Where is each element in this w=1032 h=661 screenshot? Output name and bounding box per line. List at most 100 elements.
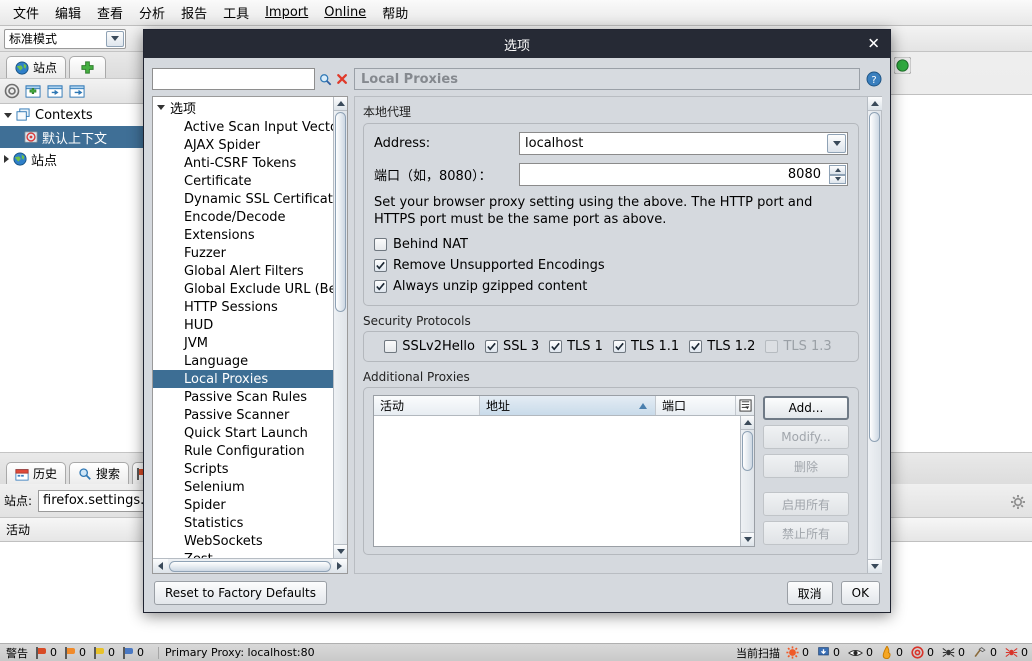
scroll-down-icon[interactable] [740, 532, 754, 546]
help-icon[interactable]: ? [866, 71, 882, 87]
scan-target-group[interactable]: 0 [911, 646, 934, 659]
options-item-scripts[interactable]: Scripts [153, 460, 347, 478]
scroll-thumb[interactable] [869, 112, 880, 442]
checkbox-tls11[interactable]: TLS 1.1 [612, 339, 679, 354]
hscroll-thumb[interactable] [169, 560, 331, 572]
options-item-quick-start-launch[interactable]: Quick Start Launch [153, 424, 347, 442]
export-window-icon[interactable] [69, 84, 86, 99]
mode-combo[interactable]: 标准模式 [4, 28, 126, 49]
checkbox-box[interactable] [689, 340, 703, 353]
checkbox-ssl3[interactable]: SSL 3 [484, 339, 539, 354]
menu-analyse[interactable]: 分析 [132, 0, 172, 25]
table-vscrollbar[interactable] [740, 416, 754, 546]
scan-red-spider-group[interactable]: 0 [1005, 646, 1028, 659]
spinner-up-icon[interactable] [829, 165, 846, 175]
options-tree-hscrollbar[interactable] [153, 558, 347, 573]
scroll-up-icon[interactable] [867, 97, 882, 111]
options-item-anti-csrf-tokens[interactable]: Anti-CSRF Tokens [153, 154, 347, 172]
options-item-local-proxies[interactable]: Local Proxies [153, 370, 347, 388]
checkbox-tls12[interactable]: TLS 1.2 [689, 339, 755, 354]
options-item-selenium[interactable]: Selenium [153, 478, 347, 496]
scroll-down-icon[interactable] [867, 559, 882, 573]
scroll-up-icon[interactable] [333, 97, 347, 111]
checkbox-box[interactable] [612, 340, 626, 353]
tab-sites[interactable]: 站点 [6, 56, 67, 78]
panel-vscrollbar[interactable] [867, 97, 882, 573]
options-item-statistics[interactable]: Statistics [153, 514, 347, 532]
clear-search-icon[interactable] [336, 71, 348, 87]
options-item-dynamic-ssl-certificates[interactable]: Dynamic SSL Certificates [153, 190, 347, 208]
table-column-chooser-icon[interactable] [736, 396, 754, 415]
import-window-icon[interactable] [47, 84, 64, 99]
spinner-down-icon[interactable] [829, 174, 846, 184]
options-item-jvm[interactable]: JVM [153, 334, 347, 352]
green-status-icon[interactable] [894, 56, 911, 74]
checkbox-box[interactable] [484, 340, 498, 353]
checkbox-box[interactable] [374, 238, 387, 251]
menu-report[interactable]: 报告 [174, 0, 214, 25]
options-item-active-scan-input-vector[interactable]: Active Scan Input Vector [153, 118, 347, 136]
scroll-down-icon[interactable] [333, 544, 347, 558]
options-tree-root[interactable]: 选项 [153, 97, 347, 118]
add-proxy-button[interactable]: Add... [763, 396, 849, 420]
options-item-global-alert-filters[interactable]: Global Alert Filters [153, 262, 347, 280]
port-spinner[interactable] [829, 165, 846, 184]
checkbox-box[interactable] [384, 340, 398, 353]
options-tree-vscrollbar[interactable] [333, 97, 347, 558]
alert-info-group[interactable]: 0 [123, 646, 144, 659]
checkbox-sslv2hello[interactable]: SSLv2Hello [384, 339, 475, 354]
column-header-port[interactable]: 端口 [656, 396, 736, 415]
scroll-thumb[interactable] [335, 112, 346, 312]
options-item-websockets[interactable]: WebSockets [153, 532, 347, 550]
tab-search[interactable]: 搜索 [69, 462, 130, 484]
ok-button[interactable]: OK [840, 581, 880, 605]
table-body[interactable] [374, 416, 754, 546]
scroll-left-icon[interactable] [153, 559, 168, 573]
options-item-zest[interactable]: Zest [153, 550, 347, 559]
options-gear-icon[interactable] [1008, 492, 1028, 512]
column-header-active[interactable]: 活动 [374, 396, 480, 415]
cancel-button[interactable]: 取消 [786, 581, 833, 605]
checkbox-remove-unsupported-encodings[interactable]: Remove Unsupported Encodings [374, 255, 848, 276]
search-icon[interactable] [319, 71, 332, 88]
checkbox-box[interactable] [549, 340, 563, 353]
address-input[interactable]: localhost [519, 132, 848, 155]
tab-add[interactable] [69, 56, 107, 78]
tab-history[interactable]: 历史 [6, 462, 67, 484]
alert-medium-group[interactable]: 0 [65, 646, 86, 659]
options-item-global-exclude-url[interactable]: Global Exclude URL (Beta [153, 280, 347, 298]
options-item-fuzzer[interactable]: Fuzzer [153, 244, 347, 262]
options-item-ajax-spider[interactable]: AJAX Spider [153, 136, 347, 154]
search-input[interactable] [152, 68, 315, 90]
chevron-down-icon[interactable] [106, 30, 124, 47]
scroll-right-icon[interactable] [332, 559, 347, 573]
menu-online[interactable]: Online [317, 2, 373, 23]
options-item-passive-scanner[interactable]: Passive Scanner [153, 406, 347, 424]
options-item-passive-scan-rules[interactable]: Passive Scan Rules [153, 388, 347, 406]
options-item-hud[interactable]: HUD [153, 316, 347, 334]
checkbox-always-unzip[interactable]: Always unzip gzipped content [374, 276, 848, 297]
menu-tools[interactable]: 工具 [216, 0, 256, 25]
checkbox-behind-nat[interactable]: Behind NAT [374, 234, 848, 255]
options-item-http-sessions[interactable]: HTTP Sessions [153, 298, 347, 316]
new-window-icon[interactable] [25, 84, 42, 99]
options-item-extensions[interactable]: Extensions [153, 226, 347, 244]
checkbox-box[interactable] [374, 280, 387, 293]
alert-high-group[interactable]: 0 [36, 646, 57, 659]
menu-edit[interactable]: 编辑 [48, 0, 88, 25]
menu-view[interactable]: 查看 [90, 0, 130, 25]
checkbox-tls1[interactable]: TLS 1 [549, 339, 603, 354]
options-item-spider[interactable]: Spider [153, 496, 347, 514]
tree-node-sites[interactable]: 站点 [0, 148, 147, 170]
scan-flame-group[interactable]: 0 [881, 646, 903, 659]
target-icon[interactable] [4, 83, 20, 99]
options-item-certificate[interactable]: Certificate [153, 172, 347, 190]
scan-hammer-group[interactable]: 0 [973, 646, 997, 659]
reset-to-factory-defaults-button[interactable]: Reset to Factory Defaults [154, 581, 327, 605]
options-item-language[interactable]: Language [153, 352, 347, 370]
port-input[interactable]: 8080 [519, 163, 848, 186]
menu-help[interactable]: 帮助 [375, 0, 415, 25]
options-item-encode-decode[interactable]: Encode/Decode [153, 208, 347, 226]
scroll-thumb[interactable] [742, 431, 753, 471]
checkbox-box[interactable] [374, 259, 387, 272]
